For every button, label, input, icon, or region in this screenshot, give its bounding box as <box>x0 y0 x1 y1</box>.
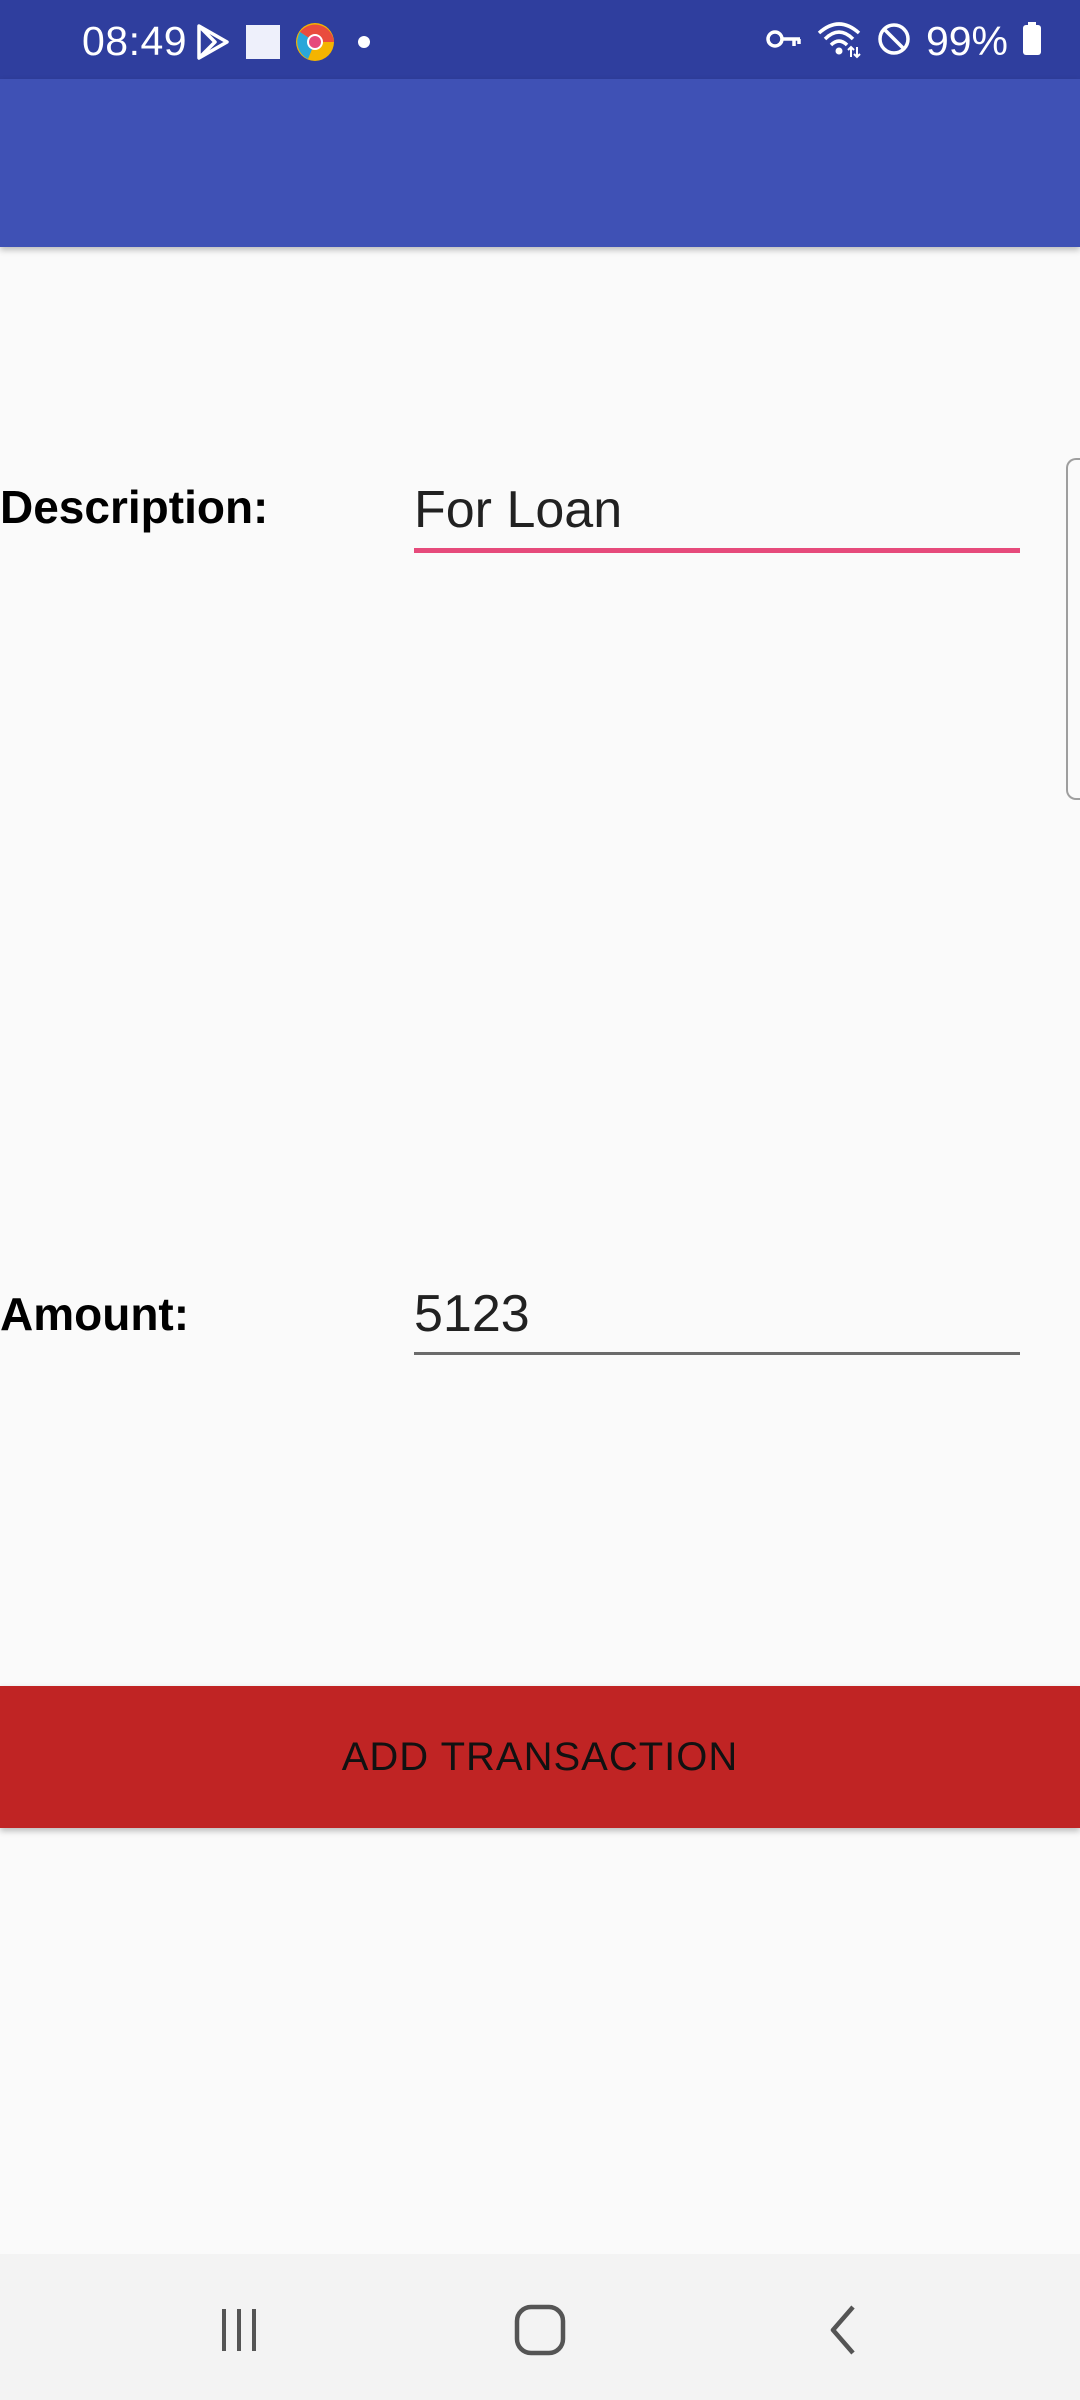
recents-icon <box>214 2305 264 2360</box>
recents-button[interactable] <box>199 2292 279 2372</box>
battery-percent: 99% <box>925 17 1008 64</box>
description-field[interactable] <box>414 460 1020 553</box>
chrome-icon <box>295 22 335 67</box>
battery-icon <box>1022 21 1042 61</box>
home-button[interactable] <box>500 2292 580 2372</box>
add-transaction-button[interactable]: ADD TRANSACTION <box>0 1686 1080 1828</box>
description-input[interactable] <box>414 480 1020 540</box>
do-not-disturb-icon <box>876 21 912 62</box>
notification-icons <box>195 22 379 67</box>
amount-input[interactable] <box>414 1284 1020 1344</box>
back-button[interactable] <box>803 2292 883 2372</box>
dot-icon <box>349 32 379 57</box>
nav-bar <box>0 2254 1080 2400</box>
home-icon <box>513 2303 567 2362</box>
side-scroll-handle[interactable] <box>1066 458 1080 800</box>
app-bar <box>0 79 1080 247</box>
status-time: 08:49 <box>82 18 188 64</box>
back-icon <box>823 2303 863 2362</box>
system-icons: 99% <box>766 18 1042 64</box>
status-bar: 08:49 99% <box>0 0 1080 79</box>
wifi-icon <box>816 19 862 64</box>
square-notification-icon <box>245 24 281 65</box>
vpn-key-icon <box>766 27 802 56</box>
amount-field[interactable] <box>414 1264 1020 1355</box>
play-store-icon <box>195 23 231 66</box>
description-label: Description: <box>0 481 269 533</box>
amount-label: Amount: <box>0 1288 190 1340</box>
